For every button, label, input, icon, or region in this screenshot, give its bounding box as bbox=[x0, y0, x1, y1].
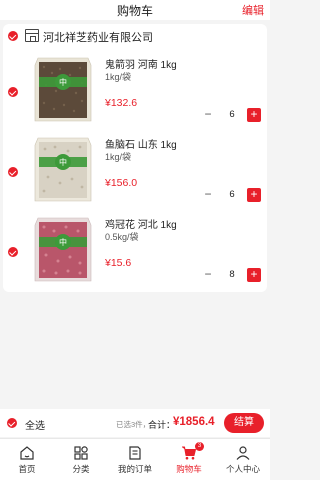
product-spec: 1kg/袋 bbox=[105, 152, 132, 162]
increase-button[interactable]: + bbox=[247, 188, 261, 202]
tab-label: 购物车 bbox=[176, 464, 202, 474]
home-icon bbox=[20, 446, 34, 460]
tab-profile[interactable]: 个人中心 bbox=[216, 439, 270, 480]
tab-home[interactable]: 首页 bbox=[0, 439, 54, 480]
quantity-stepper: − 6 + bbox=[201, 108, 261, 122]
svg-text:中: 中 bbox=[59, 237, 67, 247]
shop-select-checkbox[interactable] bbox=[8, 31, 18, 41]
cart-badge: 3 bbox=[195, 442, 204, 451]
svg-text:中: 中 bbox=[59, 157, 67, 167]
quantity-value[interactable]: 6 bbox=[217, 109, 247, 120]
total-amount: ¥1856.4 bbox=[173, 416, 215, 428]
shop-cart-card: 河北祥芝药业有限公司 中 鬼箭羽 河南 1kg 1kg/袋 ¥132.6 − 6… bbox=[3, 24, 267, 292]
selected-count: 已选3件， bbox=[116, 420, 151, 429]
svg-text:中: 中 bbox=[59, 77, 67, 87]
top-bar: 购物车 编辑 bbox=[0, 0, 270, 20]
item-select-checkbox[interactable] bbox=[8, 247, 18, 257]
store-icon bbox=[25, 29, 39, 42]
quantity-value[interactable]: 6 bbox=[217, 189, 247, 200]
decrease-button[interactable]: − bbox=[201, 108, 215, 122]
shop-header: 河北祥芝药业有限公司 bbox=[3, 24, 267, 48]
quantity-value[interactable]: 8 bbox=[217, 269, 247, 280]
item-select-checkbox[interactable] bbox=[8, 87, 18, 97]
product-image[interactable]: 中 bbox=[30, 215, 96, 285]
select-all-checkbox[interactable] bbox=[7, 418, 17, 428]
tab-category[interactable]: 分类 bbox=[54, 439, 108, 480]
select-all-label[interactable]: 全选 bbox=[25, 417, 45, 432]
cart-item: 中 鬼箭羽 河南 1kg 1kg/袋 ¥132.6 − 6 + bbox=[3, 52, 267, 130]
checkout-bar: 全选 已选3件， 合计： ¥1856.4 结算 bbox=[0, 409, 270, 437]
tab-label: 我的订单 bbox=[117, 464, 152, 474]
product-spec: 0.5kg/袋 bbox=[105, 232, 139, 242]
shop-name: 河北祥芝药业有限公司 bbox=[43, 32, 153, 44]
product-name: 鸡冠花 河北 1kg bbox=[105, 220, 177, 231]
edit-button[interactable]: 编辑 bbox=[242, 2, 264, 18]
product-price: ¥156.0 bbox=[105, 177, 138, 189]
order-icon bbox=[129, 446, 141, 460]
product-price: ¥15.6 bbox=[105, 257, 132, 269]
increase-button[interactable]: + bbox=[247, 108, 261, 122]
category-icon bbox=[74, 446, 88, 460]
product-image[interactable]: 中 bbox=[30, 55, 96, 125]
checkout-button[interactable]: 结算 bbox=[224, 413, 264, 433]
product-name: 鱼脑石 山东 1kg bbox=[105, 140, 177, 151]
tab-orders[interactable]: 我的订单 bbox=[108, 439, 162, 480]
product-price: ¥132.6 bbox=[105, 97, 138, 109]
product-image[interactable]: 中 bbox=[30, 135, 96, 205]
tab-cart[interactable]: 3 购物车 bbox=[162, 439, 216, 480]
tab-label: 个人中心 bbox=[225, 464, 260, 474]
total-label: 合计： bbox=[148, 420, 176, 430]
cart-item: 中 鱼脑石 山东 1kg 1kg/袋 ¥156.0 − 6 + bbox=[3, 132, 267, 210]
decrease-button[interactable]: − bbox=[201, 188, 215, 202]
increase-button[interactable]: + bbox=[247, 268, 261, 282]
item-select-checkbox[interactable] bbox=[8, 167, 18, 177]
user-icon bbox=[236, 446, 250, 460]
page-title: 购物车 bbox=[116, 4, 153, 18]
tab-label: 分类 bbox=[72, 464, 90, 474]
product-spec: 1kg/袋 bbox=[105, 72, 132, 82]
tab-label: 首页 bbox=[18, 464, 36, 474]
product-name: 鬼箭羽 河南 1kg bbox=[105, 60, 177, 71]
decrease-button[interactable]: − bbox=[201, 268, 215, 282]
quantity-stepper: − 8 + bbox=[201, 268, 261, 282]
quantity-stepper: − 6 + bbox=[201, 188, 261, 202]
bottom-tab-bar: 首页 分类 我的订单 3 购物车 个人中心 bbox=[0, 438, 270, 480]
cart-item: 中 鸡冠花 河北 1kg 0.5kg/袋 ¥15.6 − 8 + bbox=[3, 212, 267, 290]
